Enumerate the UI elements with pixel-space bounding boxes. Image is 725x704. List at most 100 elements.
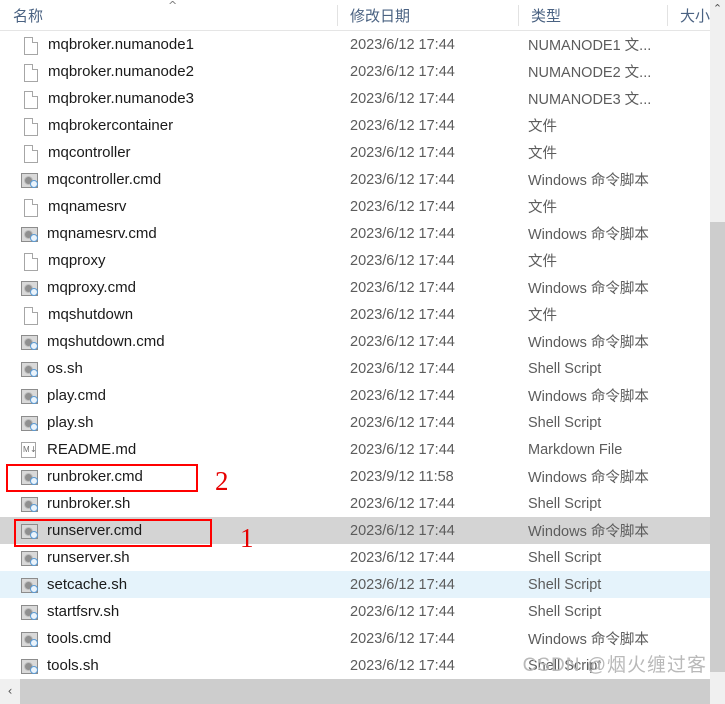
vertical-scrollbar[interactable]: ⌃ ⌄	[710, 0, 725, 690]
file-row[interactable]: mqcontroller.cmd 2023/6/12 17:44 Windows 命…	[0, 166, 710, 193]
file-row[interactable]: mqproxy 2023/6/12 17:44 文件	[0, 247, 710, 274]
file-name-cell[interactable]: mqshutdown.cmd	[0, 328, 337, 355]
column-header-row: 名称 ^ 修改日期 类型 大小	[0, 0, 710, 31]
file-type-cell: 文件	[528, 146, 557, 162]
file-type-cell: Shell Script	[528, 360, 602, 377]
column-header-size[interactable]: 大小	[667, 0, 710, 31]
file-type-cell: Shell Script	[528, 549, 602, 566]
file-name-label: mqbroker.numanode1	[48, 36, 194, 53]
file-date-cell: 2023/6/12 17:44	[350, 549, 455, 566]
file-name-cell[interactable]: runserver.sh	[0, 544, 337, 571]
file-row[interactable]: runbroker.sh 2023/6/12 17:44 Shell Script	[0, 490, 710, 517]
file-row[interactable]: README.md 2023/6/12 17:44 Markdown File	[0, 436, 710, 463]
file-date-cell: 2023/9/12 11:58	[350, 468, 454, 485]
file-date-cell: 2023/6/12 17:44	[350, 198, 455, 215]
script-icon	[21, 469, 38, 485]
file-name-cell[interactable]: startfsrv.sh	[0, 598, 337, 625]
file-row[interactable]: mqnamesrv 2023/6/12 17:44 文件	[0, 193, 710, 220]
document-icon	[21, 90, 39, 109]
file-name-label: mqcontroller	[48, 144, 131, 161]
file-name-label: mqshutdown.cmd	[47, 333, 165, 350]
script-icon	[21, 577, 38, 593]
file-name-cell[interactable]: README.md	[0, 436, 337, 463]
column-header-type[interactable]: 类型	[518, 0, 667, 31]
file-date-cell: 2023/6/12 17:44	[350, 522, 455, 539]
file-name-cell[interactable]: mqbrokercontainer	[0, 112, 337, 139]
file-date-cell: 2023/6/12 17:44	[350, 414, 455, 431]
file-row[interactable]: mqshutdown.cmd 2023/6/12 17:44 Windows 命令脚…	[0, 328, 710, 355]
file-name-cell[interactable]: mqproxy.cmd	[0, 274, 337, 301]
file-date-cell: 2023/6/12 17:44	[350, 576, 455, 593]
script-icon	[21, 523, 38, 539]
file-date-cell: 2023/6/12 17:44	[350, 360, 455, 377]
file-type-cell: Windows 命令脚本	[528, 335, 649, 351]
file-row[interactable]: mqshutdown 2023/6/12 17:44 文件	[0, 301, 710, 328]
file-row[interactable]: tools.sh 2023/6/12 17:44 Shell Script	[0, 652, 710, 679]
script-icon	[21, 334, 38, 350]
file-row[interactable]: mqbroker.numanode3 2023/6/12 17:44 NUMANOD…	[0, 85, 710, 112]
script-icon	[21, 550, 38, 566]
file-name-cell[interactable]: tools.cmd	[0, 625, 337, 652]
file-name-cell[interactable]: mqshutdown	[0, 301, 337, 328]
file-row[interactable]: mqbroker.numanode2 2023/6/12 17:44 NUMANOD…	[0, 58, 710, 85]
file-date-cell: 2023/6/12 17:44	[350, 387, 455, 404]
file-name-cell[interactable]: setcache.sh	[0, 571, 337, 598]
file-name-cell[interactable]: os.sh	[0, 355, 337, 382]
file-name-cell[interactable]: mqnamesrv	[0, 193, 337, 220]
file-date-cell: 2023/6/12 17:44	[350, 333, 455, 350]
horizontal-scrollbar[interactable]: ‹	[0, 679, 710, 704]
document-icon	[21, 63, 39, 82]
file-type-cell: Markdown File	[528, 441, 623, 458]
file-row[interactable]: runserver.sh 2023/6/12 17:44 Shell Script	[0, 544, 710, 571]
file-name-cell[interactable]: mqnamesrv.cmd	[0, 220, 337, 247]
file-name-cell[interactable]: mqcontroller	[0, 139, 337, 166]
file-name-cell[interactable]: mqcontroller.cmd	[0, 166, 337, 193]
file-row[interactable]: mqnamesrv.cmd 2023/6/12 17:44 Windows 命令脚本	[0, 220, 710, 247]
document-icon	[21, 252, 39, 271]
file-name-label: runserver.sh	[47, 549, 130, 566]
file-name-cell[interactable]: mqbroker.numanode1	[0, 31, 337, 58]
horizontal-scrollbar-thumb[interactable]	[20, 679, 710, 704]
file-row[interactable]: mqbroker.numanode1 2023/6/12 17:44 NUMANOD…	[0, 31, 710, 58]
column-header-date-label: 修改日期	[350, 8, 411, 25]
markdown-icon	[21, 441, 37, 458]
file-type-cell: NUMANODE1 文...	[528, 38, 652, 54]
file-name-cell[interactable]: mqbroker.numanode2	[0, 58, 337, 85]
file-date-cell: 2023/6/12 17:44	[350, 657, 455, 674]
file-row[interactable]: startfsrv.sh 2023/6/12 17:44 Shell Script	[0, 598, 710, 625]
file-row[interactable]: tools.cmd 2023/6/12 17:44 Windows 命令脚本	[0, 625, 710, 652]
file-name-cell[interactable]: runserver.cmd	[0, 517, 337, 544]
file-name-cell[interactable]: runbroker.cmd	[0, 463, 337, 490]
file-row[interactable]: play.cmd 2023/6/12 17:44 Windows 命令脚本	[0, 382, 710, 409]
file-row[interactable]: setcache.sh 2023/6/12 17:44 Shell Script	[0, 571, 710, 598]
file-name-label: README.md	[47, 441, 137, 458]
file-name-cell[interactable]: mqproxy	[0, 247, 337, 274]
file-name-cell[interactable]: tools.sh	[0, 652, 337, 679]
file-row[interactable]: mqbrokercontainer 2023/6/12 17:44 文件	[0, 112, 710, 139]
script-icon	[21, 496, 38, 512]
file-list[interactable]: mqbroker.numanode1 2023/6/12 17:44 NUMANOD…	[0, 31, 710, 679]
column-header-size-label: 大小	[680, 8, 710, 25]
document-icon	[21, 36, 39, 55]
file-name-cell[interactable]: play.sh	[0, 409, 337, 436]
file-name-cell[interactable]: play.cmd	[0, 382, 337, 409]
file-row[interactable]: mqcontroller 2023/6/12 17:44 文件	[0, 139, 710, 166]
file-name-label: mqbroker.numanode3	[48, 90, 194, 107]
file-name-label: tools.sh	[47, 657, 99, 674]
file-name-cell[interactable]: runbroker.sh	[0, 490, 337, 517]
column-header-date-modified[interactable]: 修改日期	[337, 0, 518, 31]
file-name-label: mqbrokercontainer	[48, 117, 174, 134]
file-row[interactable]: play.sh 2023/6/12 17:44 Shell Script	[0, 409, 710, 436]
file-row[interactable]: runbroker.cmd 2023/9/12 11:58 Windows 命令脚本	[0, 463, 710, 490]
file-name-cell[interactable]: mqbroker.numanode3	[0, 85, 337, 112]
file-name-label: mqcontroller.cmd	[47, 171, 162, 188]
file-name-label: play.sh	[47, 414, 94, 431]
scroll-up-icon[interactable]: ⌃	[710, 0, 725, 17]
file-row[interactable]: os.sh 2023/6/12 17:44 Shell Script	[0, 355, 710, 382]
file-row[interactable]: mqproxy.cmd 2023/6/12 17:44 Windows 命令脚本	[0, 274, 710, 301]
document-icon	[21, 306, 39, 325]
vertical-scrollbar-thumb[interactable]	[710, 222, 725, 672]
file-type-cell: Shell Script	[528, 576, 602, 593]
scroll-left-icon[interactable]: ‹	[0, 679, 20, 704]
file-row[interactable]: runserver.cmd 2023/6/12 17:44 Windows 命令脚本	[0, 517, 710, 544]
